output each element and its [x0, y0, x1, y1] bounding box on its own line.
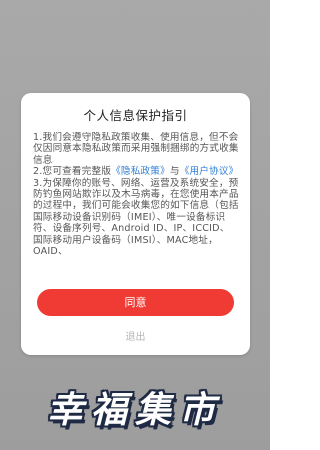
privacy-policy-link[interactable]: 《隐私政策》 — [111, 166, 170, 177]
notice-paragraph-3: 3.为保障你的账号、网络、运营及系统安全，预防钓鱼网站欺诈以及木马病毒，在您使用… — [33, 177, 239, 258]
notice-paragraph-2: 2.您可查看完整版《隐私政策》与《用户协议》 — [33, 166, 239, 177]
privacy-dialog: 个人信息保护指引 1.我们会遵守隐私政策收集、使用信息，但不会仅因同意本隐私政策… — [21, 93, 250, 355]
user-agreement-link[interactable]: 《用户协议》 — [180, 166, 239, 177]
notice-paragraph-1: 1.我们会遵守隐私政策收集、使用信息，但不会仅因同意本隐私政策而采用强制捆绑的方… — [33, 132, 239, 166]
notice-paragraph-2-and: 与 — [169, 166, 180, 178]
exit-button[interactable]: 退出 — [21, 328, 250, 343]
agree-button[interactable]: 同意 — [37, 289, 234, 316]
privacy-notice-text[interactable]: 1.我们会遵守隐私政策收集、使用信息，但不会仅因同意本隐私政策而采用强制捆绑的方… — [33, 132, 239, 300]
notice-paragraph-2-prefix: 2.您可查看完整版 — [33, 166, 112, 178]
dialog-title: 个人信息保护指引 — [83, 108, 188, 123]
app-logo: 幸福集市 — [0, 381, 270, 433]
app-logo-text: 幸福集市 — [46, 390, 223, 431]
